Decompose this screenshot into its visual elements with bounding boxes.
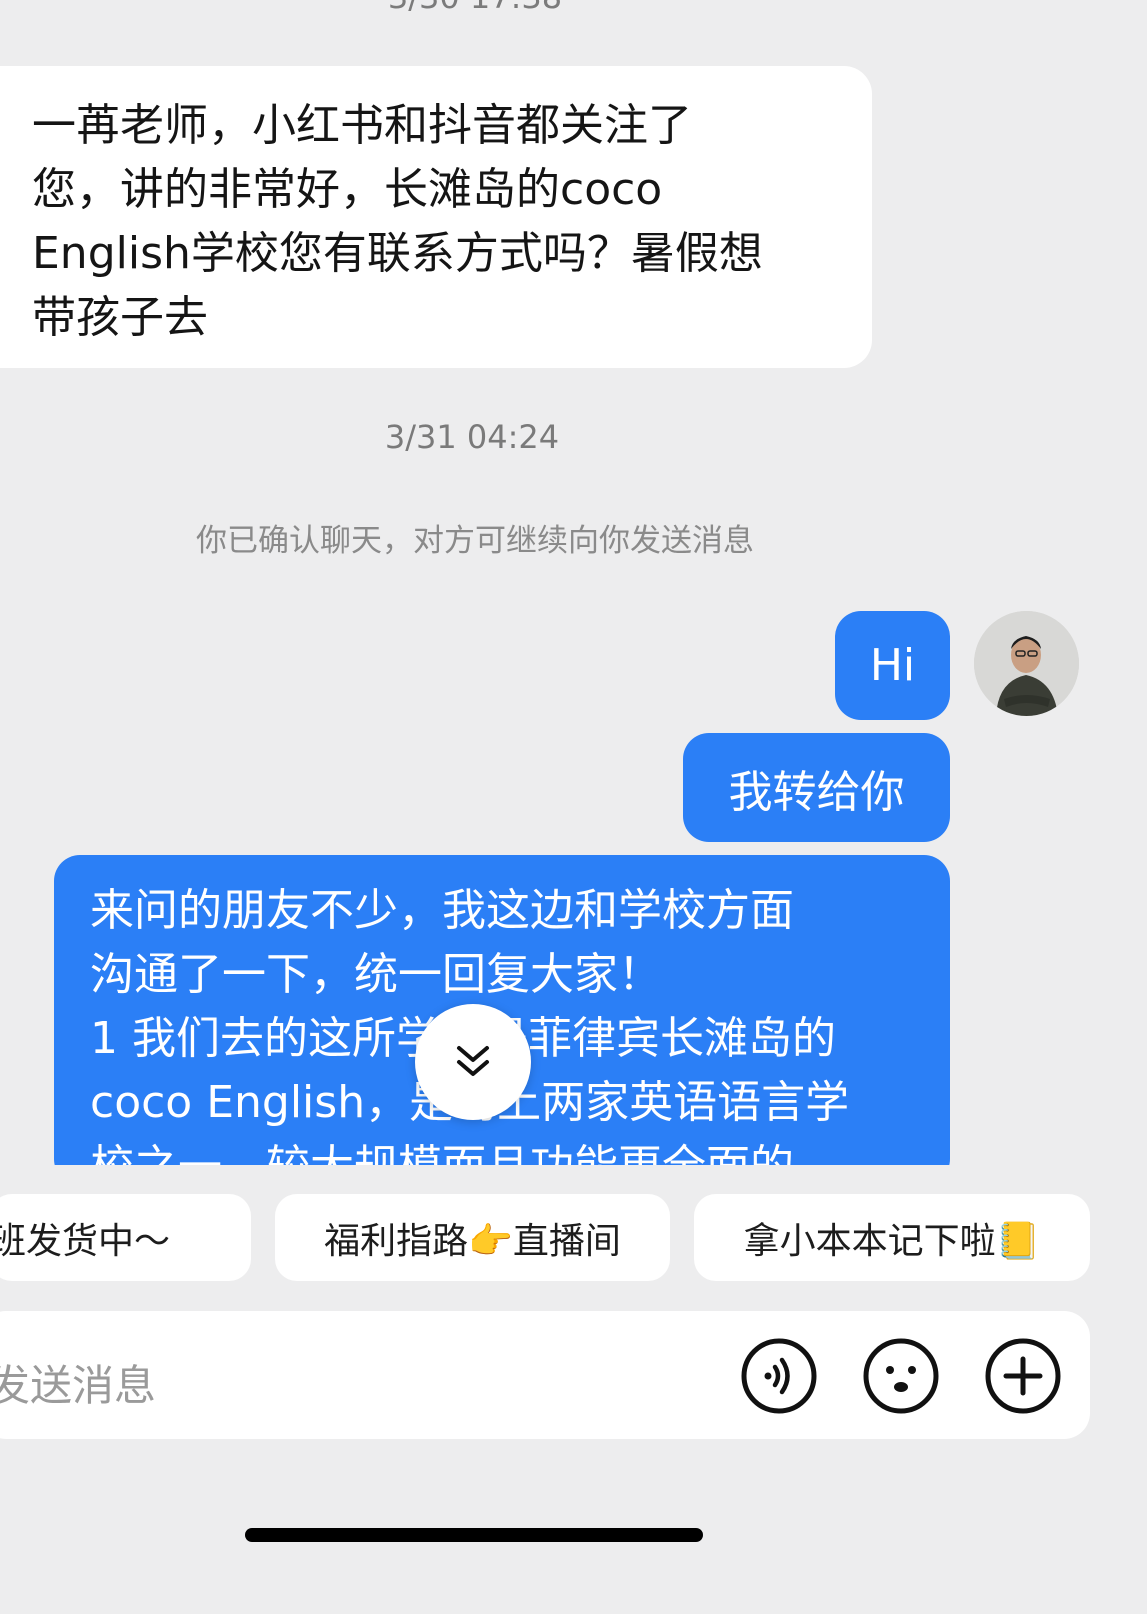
incoming-message-line: 一苒老师，小红书和抖音都关注了 <box>32 100 692 151</box>
double-chevron-down-icon <box>457 1046 489 1076</box>
voice-button[interactable] <box>740 1337 818 1415</box>
quick-reply-chip[interactable]: 福利指路👉直播间 <box>275 1194 670 1281</box>
quick-reply-label: 福利指路👉直播间 <box>324 1220 621 1262</box>
more-button[interactable] <box>984 1337 1062 1415</box>
message-input-placeholder[interactable]: 发送消息 <box>0 1352 156 1413</box>
home-indicator <box>245 1528 703 1542</box>
incoming-message-line: 带孩子去 <box>32 292 208 343</box>
outgoing-message-text: Hi <box>869 640 916 691</box>
avatar[interactable] <box>974 611 1079 716</box>
incoming-message-line: English学校您有联系方式吗？暑假想 <box>32 228 763 279</box>
plus-icon <box>985 1338 1061 1414</box>
quick-reply-chip[interactable]: 班发货中～ <box>0 1194 251 1281</box>
outgoing-message-text: 我转给你 <box>728 766 905 818</box>
incoming-message-line: 您，讲的非常好，长滩岛的coco <box>32 164 663 215</box>
emoji-button[interactable] <box>862 1337 940 1415</box>
outgoing-message-hi[interactable]: Hi <box>835 611 950 720</box>
emoji-icon <box>863 1338 939 1414</box>
quick-reply-chip[interactable]: 拿小本本记下啦📒 <box>694 1194 1090 1281</box>
timestamp-mid: 3/31 04:24 <box>384 418 560 456</box>
scroll-to-bottom-button[interactable] <box>415 1004 531 1120</box>
quick-reply-label: 班发货中～ <box>0 1220 171 1262</box>
incoming-message-bubble[interactable]: 一苒老师，小红书和抖音都关注了 您，讲的非常好，长滩岛的coco English… <box>0 66 872 368</box>
timestamp-top: 3/30 17:38 <box>360 0 590 16</box>
outgoing-message-forward[interactable]: 我转给你 <box>683 733 950 842</box>
system-note: 你已确认聊天，对方可继续向你发送消息 <box>196 523 754 559</box>
quick-reply-label: 拿小本本记下啦📒 <box>743 1220 1041 1262</box>
voice-icon <box>741 1338 817 1414</box>
